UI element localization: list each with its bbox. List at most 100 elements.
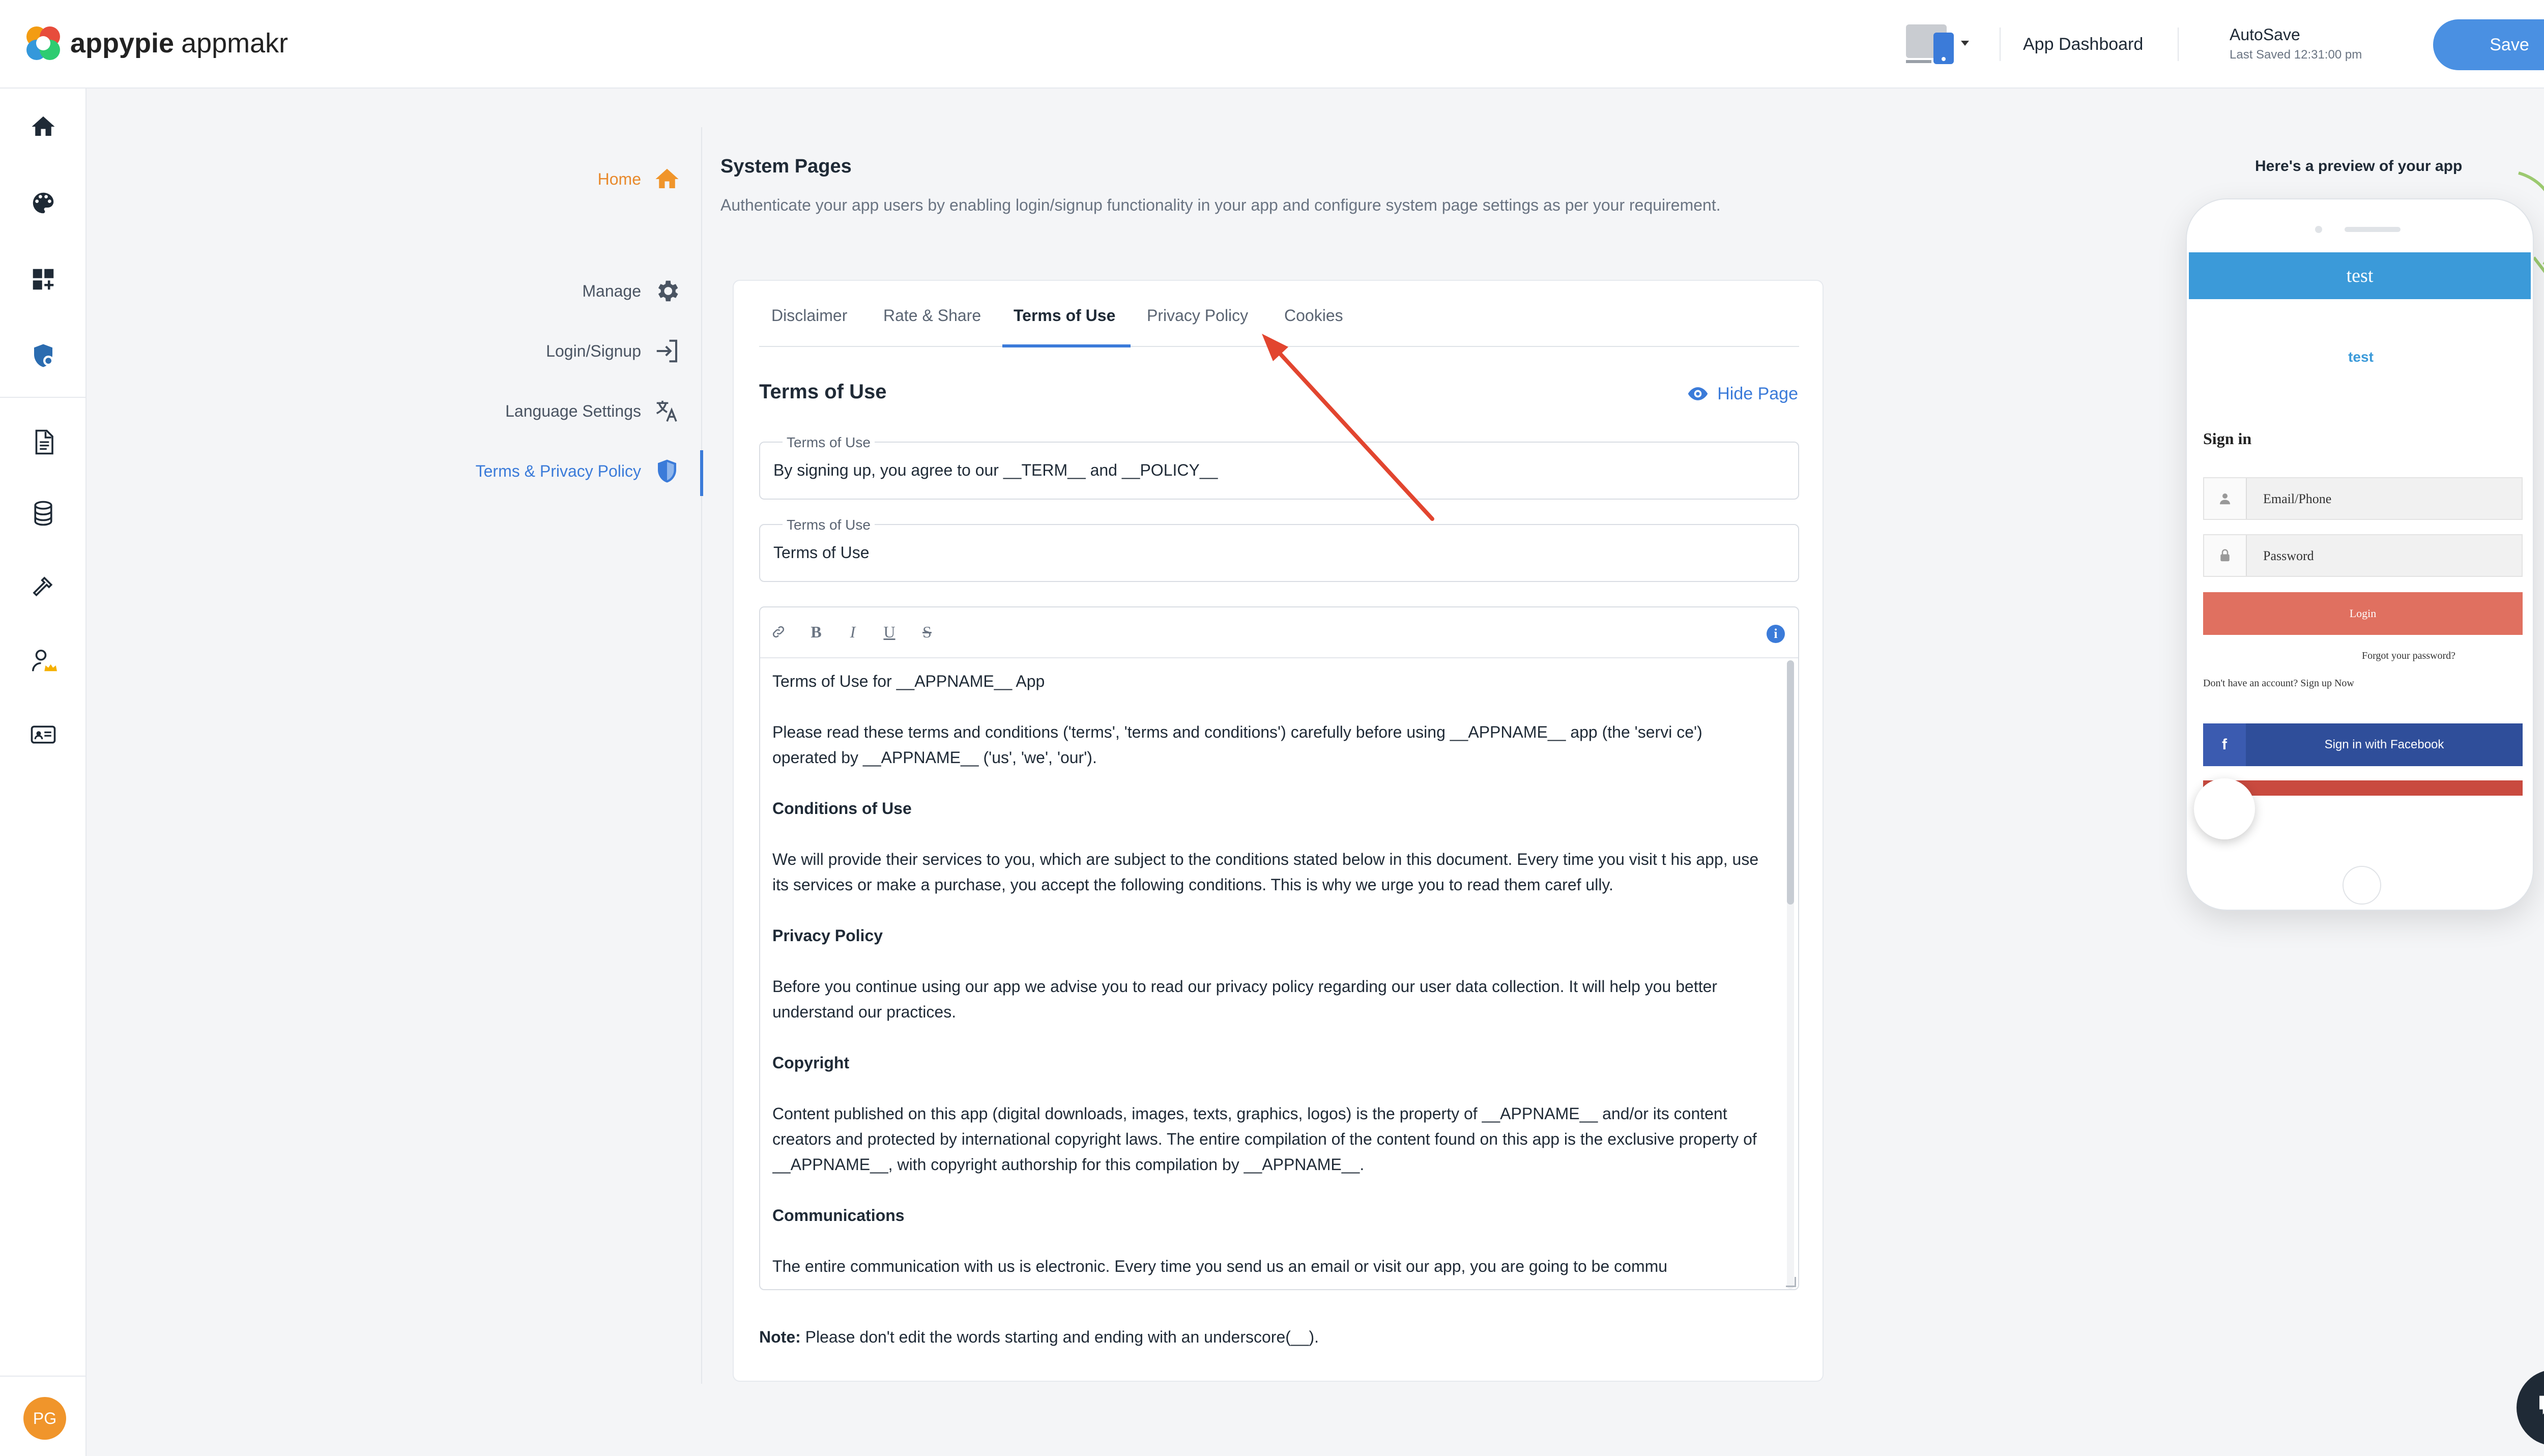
phone-camera: [2315, 226, 2322, 233]
sidebar-profile[interactable]: [25, 717, 61, 752]
password-placeholder: Password: [2263, 548, 2314, 563]
subnav-item-terms-privacy[interactable]: Terms & Privacy Policy: [476, 457, 681, 485]
sidebar-separator: [0, 397, 85, 398]
editor-paragraph: Terms of Use for __APPNAME__ App: [772, 672, 1045, 690]
editor-info-button[interactable]: i: [1767, 625, 1785, 643]
editor-paragraph: We will provide their services to you, w…: [772, 850, 1759, 894]
field-value: By signing up, you agree to our __TERM__…: [773, 461, 1218, 479]
phone-home-button: [2343, 866, 2381, 905]
chat-button[interactable]: [2517, 1370, 2544, 1446]
divider: [2178, 27, 2179, 61]
translate-icon: [656, 400, 677, 422]
rich-text-editor[interactable]: B I U S i Terms of Use for __APPNAME__ A…: [759, 606, 1799, 1290]
tab-rate-share[interactable]: Rate & Share: [883, 306, 981, 325]
shield-icon: [658, 459, 676, 483]
section-title: Terms of Use: [759, 381, 887, 403]
sidebar-users[interactable]: [25, 643, 61, 679]
editor-paragraph: Please read these terms and conditions (…: [772, 723, 1702, 767]
editor-heading: Copyright: [772, 1054, 850, 1072]
link-icon: [772, 626, 785, 638]
preview-login-button[interactable]: Login: [2203, 592, 2523, 635]
home-icon: [32, 116, 55, 136]
save-button[interactable]: Save: [2433, 19, 2544, 70]
app-logo: test: [2348, 349, 2374, 365]
note-text: Please don't edit the words starting and…: [800, 1328, 1319, 1346]
editor-paragraph: The entire communication with us is elec…: [772, 1257, 1668, 1275]
tab-disclaimer[interactable]: Disclaimer: [771, 306, 847, 325]
subnav-home-label: Home: [597, 169, 641, 188]
sidebar-pages[interactable]: [25, 424, 61, 460]
sidebar-home[interactable]: [25, 109, 61, 144]
lock-icon: [2204, 535, 2247, 576]
page-description: Authenticate your app users by enabling …: [720, 196, 1721, 214]
signup-link[interactable]: Don't have an account? Sign up Now: [2203, 678, 2354, 689]
strikethrough-button[interactable]: S: [916, 621, 938, 643]
facebook-signin-button[interactable]: f Sign in with Facebook: [2203, 723, 2523, 766]
underline-button[interactable]: U: [878, 621, 901, 643]
top-bar: appypie appmakr App Dashboard AutoSave L…: [0, 0, 2544, 89]
device-preview-toggle[interactable]: [1903, 22, 1974, 66]
link-button[interactable]: [767, 621, 790, 643]
id-card-icon: [31, 725, 56, 744]
active-tab-indicator: [1002, 344, 1131, 347]
tab-terms-of-use[interactable]: Terms of Use: [1014, 306, 1115, 325]
active-indicator: [700, 450, 703, 496]
note-label: Note:: [759, 1328, 801, 1346]
sidebar-database[interactable]: [25, 496, 61, 531]
subnav-item-language-settings[interactable]: Language Settings: [505, 397, 681, 425]
hide-page-button[interactable]: Hide Page: [1687, 383, 1798, 405]
login-icon: [656, 339, 678, 363]
autosave-title[interactable]: AutoSave: [2230, 25, 2300, 44]
document-icon: [35, 429, 53, 455]
database-icon: [34, 501, 52, 526]
editor-heading: Communications: [772, 1206, 905, 1225]
preview-scroll-handle[interactable]: [2194, 778, 2255, 839]
appypie-logo-icon: [26, 26, 60, 60]
sidebar-features[interactable]: [25, 261, 61, 297]
subnav-item-manage[interactable]: Manage: [582, 277, 681, 305]
bold-button[interactable]: B: [805, 621, 827, 643]
palette-icon: [33, 192, 54, 214]
login-label: Login: [2349, 607, 2377, 620]
system-pages-subnav: Home Manage Login/Signup Language Settin…: [438, 127, 703, 1384]
eye-icon: [1688, 387, 1708, 400]
sidebar-design[interactable]: [25, 185, 61, 221]
appypie-logo[interactable]: appypie appmakr: [23, 23, 288, 63]
resize-handle[interactable]: [1786, 1277, 1796, 1287]
annotation-arrow: [1262, 334, 1434, 521]
italic-button[interactable]: I: [842, 621, 864, 643]
avatar[interactable]: PG: [23, 1397, 66, 1440]
device-icon: [1906, 24, 1969, 64]
editor-toolbar: B I U S i: [760, 607, 1798, 658]
subnav-item-label: Login/Signup: [546, 341, 641, 360]
subnav-item-label: Language Settings: [505, 401, 641, 420]
app-title-bar: test: [2189, 252, 2531, 299]
field-label: Terms of Use: [783, 434, 875, 451]
autosave-status: Last Saved 12:31:00 pm: [2230, 48, 2362, 62]
shield-settings-icon: [34, 344, 54, 367]
subnav-item-login-signup[interactable]: Login/Signup: [546, 337, 681, 365]
user-icon: [2204, 478, 2247, 519]
editor-content[interactable]: Terms of Use for __APPNAME__ App Please r…: [772, 668, 1770, 1284]
subnav-item-label: Terms & Privacy Policy: [475, 461, 641, 480]
scrollbar-thumb[interactable]: [1787, 660, 1794, 905]
home-icon: [655, 168, 679, 188]
hide-page-label: Hide Page: [1717, 384, 1798, 403]
hammer-icon: [33, 576, 53, 597]
tab-privacy-policy[interactable]: Privacy Policy: [1147, 306, 1248, 325]
logo-text-appypie: appypie: [70, 28, 175, 59]
save-button-label: Save: [2490, 35, 2529, 54]
subnav-home[interactable]: Home: [598, 165, 681, 193]
sidebar-build[interactable]: [25, 569, 61, 605]
app-dashboard-link[interactable]: App Dashboard: [2023, 35, 2143, 54]
sidebar-separator: [0, 1376, 85, 1377]
editor-scrollbar[interactable]: [1787, 660, 1794, 1289]
divider: [2000, 27, 2001, 61]
logo-text-appmakr: appmakr: [181, 28, 288, 59]
sidebar-system[interactable]: [25, 338, 61, 373]
forgot-password-link[interactable]: Forgot your password?: [2362, 650, 2455, 662]
editor-note: Note: Please don't edit the words starti…: [759, 1328, 1319, 1347]
preview-email-field[interactable]: Email/Phone: [2203, 477, 2523, 520]
preview-password-field[interactable]: Password: [2203, 534, 2523, 577]
editor-heading: Conditions of Use: [772, 799, 912, 818]
